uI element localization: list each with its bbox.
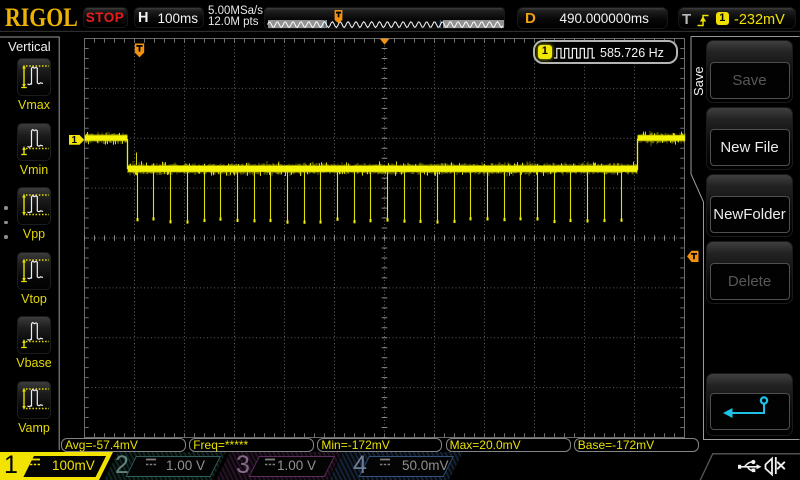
svg-text:1: 1 [72, 135, 78, 146]
